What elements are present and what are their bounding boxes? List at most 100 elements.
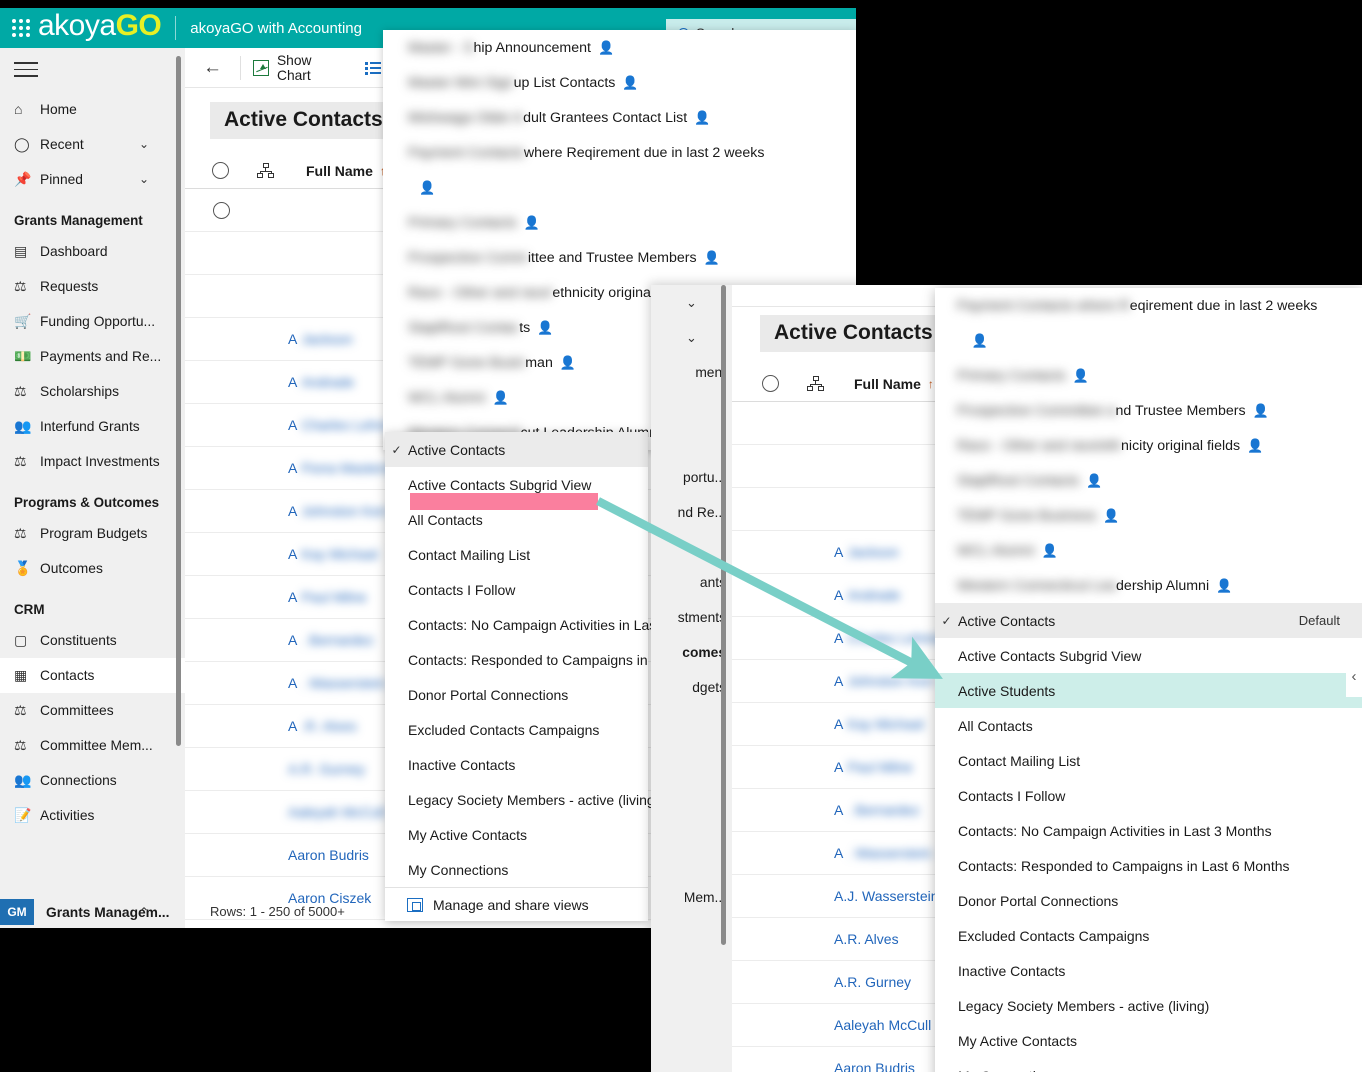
cell-full-name[interactable]: Aaron Budris xyxy=(288,847,369,863)
view-option-active-contacts[interactable]: ✓ Active Contacts xyxy=(385,432,648,467)
view-option-inactive-contacts[interactable]: Inactive Contacts xyxy=(935,953,1362,988)
list-item[interactable]: 👤 xyxy=(935,323,1362,358)
collapse-panel-chevron-icon[interactable]: ‹ xyxy=(1346,655,1362,697)
view-option-contacts-i-follow[interactable]: Contacts I Follow xyxy=(935,778,1362,813)
cell-full-name[interactable]: A xyxy=(288,718,297,734)
sidebar-item-committees[interactable]: ⚖ Committees xyxy=(0,693,185,728)
cell-full-name[interactable]: A xyxy=(834,630,843,646)
list-item[interactable]: Mishwaga Older Adult Grantees Contact Li… xyxy=(383,100,856,135)
view-option-my-active-contacts[interactable]: My Active Contacts xyxy=(385,817,648,852)
column-header-full-name[interactable]: Full Name xyxy=(306,163,373,179)
cell-full-name[interactable]: A xyxy=(288,417,297,433)
view-option-my-connections[interactable]: My Connections xyxy=(935,1058,1362,1072)
cell-full-name[interactable]: A xyxy=(834,673,843,689)
list-item[interactable]: Primary Contacts 👤 xyxy=(935,358,1362,393)
back-button[interactable]: ← xyxy=(185,57,240,79)
cell-full-name[interactable]: A xyxy=(834,587,843,603)
sidebar-area-switcher[interactable]: GM Grants Managem... ⌃ xyxy=(0,892,185,928)
view-option-legacy-society-members[interactable]: Legacy Society Members - active (living) xyxy=(385,782,659,817)
cell-full-name[interactable]: A.J. Wasserstein xyxy=(834,888,939,904)
list-item[interactable]: WCL Alumni 👤 xyxy=(935,533,1362,568)
app-logo[interactable]: akoyaGO xyxy=(38,11,162,45)
sidebar-item-recent[interactable]: ◯ Recent ⌄ xyxy=(0,127,185,162)
list-item[interactable]: Master Mini Sign up List Contacts 👤 xyxy=(383,65,856,100)
hamburger-icon[interactable] xyxy=(0,48,185,92)
list-item[interactable]: Master - Ship Announcement 👤 xyxy=(383,30,856,65)
cell-full-name[interactable]: A xyxy=(288,374,297,390)
chevron-down-icon[interactable]: ⌄ xyxy=(651,320,732,355)
secondary-sidebar-scrollbar[interactable] xyxy=(721,285,726,945)
list-item[interactable]: Prospective Committee and Trustee Member… xyxy=(935,393,1362,428)
cell-full-name[interactable]: A xyxy=(288,460,297,476)
cell-full-name[interactable]: A.R. Gurney xyxy=(834,974,911,990)
sidebar-item-pinned[interactable]: 📌 Pinned ⌄ xyxy=(0,162,185,197)
row-checkbox[interactable] xyxy=(213,201,230,219)
view-option-active-contacts-subgrid[interactable]: Active Contacts Subgrid View xyxy=(935,638,1362,673)
view-option-my-connections[interactable]: My Connections xyxy=(385,852,648,887)
sidebar-item-committee-members[interactable]: ⚖ Committee Mem... xyxy=(0,728,185,763)
sidebar-item-payments-and-requirements[interactable]: 💵 Payments and Re... xyxy=(0,339,185,374)
sidebar-item-connections[interactable]: 👥 Connections xyxy=(0,763,185,798)
sidebar-item-requests[interactable]: ⚖ Requests xyxy=(0,269,185,304)
view-option-donor-portal-connections[interactable]: Donor Portal Connections xyxy=(385,677,648,712)
cell-full-name[interactable]: A xyxy=(288,675,297,691)
chevron-down-icon[interactable]: ⌄ xyxy=(651,285,732,320)
view-option-all-contacts[interactable]: All Contacts xyxy=(935,708,1362,743)
manage-and-share-views-button[interactable]: Manage and share views xyxy=(385,887,648,921)
cell-full-name[interactable]: A xyxy=(288,632,297,648)
cell-full-name[interactable]: Aaleyah McCull xyxy=(834,1017,931,1033)
column-header-full-name[interactable]: Full Name xyxy=(854,376,921,392)
cell-full-name[interactable]: A xyxy=(834,759,843,775)
sidebar-item-activities[interactable]: 📝 Activities xyxy=(0,798,185,833)
cell-full-name[interactable]: A xyxy=(834,544,843,560)
view-option-contact-mailing-list[interactable]: Contact Mailing List xyxy=(385,537,648,572)
chevron-up-icon[interactable]: ⌃ xyxy=(139,905,149,919)
cell-full-name[interactable]: Aaron Budris xyxy=(834,1060,915,1072)
chevron-down-icon[interactable]: ⌄ xyxy=(139,137,149,151)
cell-full-name[interactable]: A.R. Alves xyxy=(834,931,899,947)
sidebar-item-interfund-grants[interactable]: 👥 Interfund Grants xyxy=(0,409,185,444)
view-option-my-active-contacts[interactable]: My Active Contacts xyxy=(935,1023,1362,1058)
cell-full-name[interactable]: A xyxy=(834,802,843,818)
view-option-excluded-contacts-campaigns[interactable]: Excluded Contacts Campaigns xyxy=(385,712,648,747)
waffle-menu-icon[interactable] xyxy=(4,19,38,37)
cell-full-name[interactable]: A xyxy=(288,589,297,605)
list-item[interactable]: Payment Contacts where Reqirement due in … xyxy=(383,135,856,170)
sidebar-scrollbar[interactable] xyxy=(176,56,181,746)
select-all-checkbox[interactable] xyxy=(212,162,229,179)
list-item[interactable]: Race - Other and race/ethnicity original… xyxy=(935,428,1362,463)
cell-full-name[interactable]: A xyxy=(288,546,297,562)
view-option-responded-to-campaigns[interactable]: Contacts: Responded to Campaigns in L xyxy=(385,642,659,677)
view-option-active-contacts[interactable]: ✓ Active Contacts Default xyxy=(935,603,1362,638)
select-all-checkbox[interactable] xyxy=(762,375,779,392)
view-option-active-students[interactable]: Active Students xyxy=(935,673,1362,708)
list-item[interactable]: Western Connecticut Lea dership Alumni 👤 xyxy=(935,568,1362,603)
sidebar-item-constituents[interactable]: ▢ Constituents xyxy=(0,623,185,658)
chevron-down-icon[interactable]: ⌄ xyxy=(139,172,149,186)
sidebar-item-funding-opportunities[interactable]: 🛒 Funding Opportu... xyxy=(0,304,185,339)
list-item[interactable]: StaplRoot Contacts 👤 xyxy=(935,463,1362,498)
cell-full-name[interactable]: A xyxy=(288,331,297,347)
sidebar-item-program-budgets[interactable]: ⚖ Program Budgets xyxy=(0,516,185,551)
cell-full-name[interactable]: A xyxy=(834,845,843,861)
view-option-inactive-contacts[interactable]: Inactive Contacts xyxy=(385,747,648,782)
view-option-donor-portal-connections[interactable]: Donor Portal Connections xyxy=(935,883,1362,918)
cell-full-name[interactable]: A xyxy=(288,503,297,519)
view-option-contact-mailing-list[interactable]: Contact Mailing List xyxy=(935,743,1362,778)
sidebar-item-home[interactable]: ⌂ Home xyxy=(0,92,185,127)
sidebar-item-contacts[interactable]: ▦ Contacts xyxy=(0,657,185,693)
list-item[interactable]: Payment Contacts where Reqirement due in… xyxy=(935,288,1362,323)
sidebar-item-impact-investments[interactable]: ⚖ Impact Investments xyxy=(0,444,185,479)
list-item[interactable]: Primary Contacts 👤 xyxy=(383,205,856,240)
sidebar-item-scholarships[interactable]: ⚖ Scholarships xyxy=(0,374,185,409)
list-item[interactable]: TEMP Gone Business 👤 xyxy=(935,498,1362,533)
show-chart-button[interactable]: Show Chart xyxy=(241,48,353,88)
list-item[interactable]: Prospective Committee and Trustee Member… xyxy=(383,240,856,275)
sidebar-item-dashboard[interactable]: ▤ Dashboard xyxy=(0,234,185,269)
view-option-legacy-society-members[interactable]: Legacy Society Members - active (living) xyxy=(935,988,1362,1023)
view-option-no-campaign-activities[interactable]: Contacts: No Campaign Activities in Las xyxy=(385,607,656,642)
view-option-excluded-contacts-campaigns[interactable]: Excluded Contacts Campaigns xyxy=(935,918,1362,953)
view-option-contacts-i-follow[interactable]: Contacts I Follow xyxy=(385,572,648,607)
sidebar-item-outcomes[interactable]: 🏅 Outcomes xyxy=(0,551,185,586)
cell-full-name[interactable]: A xyxy=(834,716,843,732)
